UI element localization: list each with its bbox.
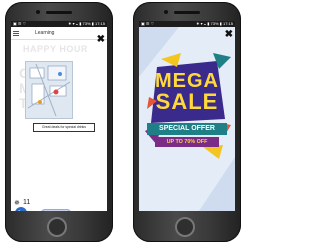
- tooltip-special-drinks: Great deals for special drinks: [33, 123, 95, 132]
- mega-text: MEGA: [155, 70, 219, 92]
- progress-pill[interactable]: [41, 209, 71, 211]
- hamburger-menu-icon[interactable]: [11, 27, 21, 39]
- floor-map-image[interactable]: [25, 61, 73, 119]
- app-title: Learning: [35, 30, 55, 36]
- phone-left: ▣ ☰ ♡ ✷ ▾ ◒ ▮ 73% ▮ 17:15 Learning ✖ HAP…: [5, 2, 113, 242]
- bluetooth-icon: ✵: [14, 200, 20, 207]
- earpiece-speaker: [174, 11, 200, 14]
- map-drawing: [27, 63, 71, 117]
- close-button[interactable]: ✖: [97, 35, 105, 45]
- earpiece-speaker: [46, 11, 72, 14]
- special-offer-banner: SPECIAL OFFER: [147, 123, 227, 135]
- phone-screen-right: ▣ ☰ ♡ ✷ ▾ ◒ ▮ 73% ▮ 17:15 ✖ MEGA SALE SP…: [139, 21, 235, 211]
- sale-text: SALE: [155, 89, 219, 114]
- happy-hour-watermark: HAPPY HOUR: [23, 44, 88, 54]
- phone-right: ▣ ☰ ♡ ✷ ▾ ◒ ▮ 73% ▮ 17:15 ✖ MEGA SALE SP…: [133, 2, 241, 242]
- count-value: 11: [23, 199, 31, 206]
- app-bar: Learning ✖: [11, 27, 107, 45]
- discount-banner: UP TO 70% OFF: [155, 137, 219, 147]
- front-camera: [36, 10, 40, 14]
- play-button[interactable]: ▶: [15, 207, 27, 211]
- mega-sale-ad[interactable]: ✖ MEGA SALE SPECIAL OFFER UP TO 70% OFF: [139, 27, 235, 211]
- ad-decoration: [139, 27, 235, 211]
- close-button[interactable]: ✖: [225, 30, 233, 40]
- home-button[interactable]: [175, 217, 195, 237]
- phone-screen-left: ▣ ☰ ♡ ✷ ▾ ◒ ▮ 73% ▮ 17:15 Learning ✖ HAP…: [11, 21, 107, 211]
- home-button[interactable]: [47, 217, 67, 237]
- front-camera: [164, 10, 168, 14]
